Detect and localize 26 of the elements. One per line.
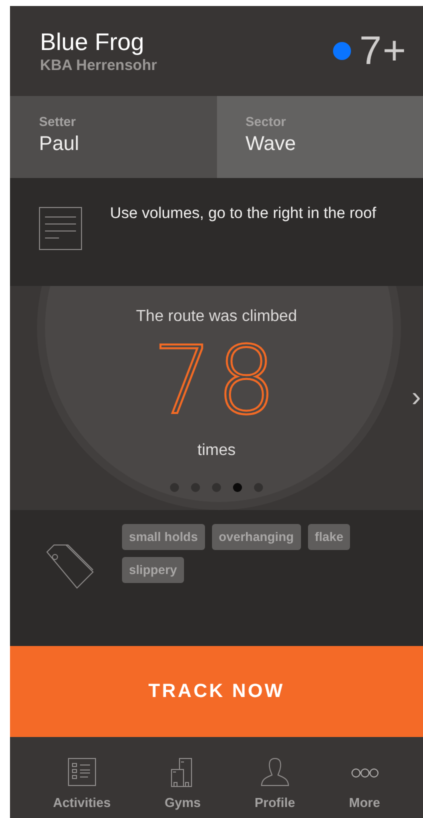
tag-chip: overhanging — [212, 524, 301, 550]
tab-bar-item[interactable]: Gyms — [164, 737, 201, 818]
info-label: Setter — [39, 114, 76, 129]
next-arrow[interactable]: › — [412, 384, 421, 410]
tab-bar-item[interactable]: Activities — [52, 737, 111, 818]
gym-name: KBA Herrensohr — [40, 56, 158, 74]
more-icon — [350, 768, 379, 778]
tag-chip: slippery — [122, 557, 184, 583]
info-label: Sector — [246, 114, 286, 129]
tab-bar-item[interactable]: Profile — [254, 737, 296, 818]
route-grade: 7+ — [359, 28, 407, 74]
tag-icon — [46, 544, 94, 590]
tag-chip: small holds — [122, 524, 205, 550]
tag-chip: flake — [308, 524, 350, 550]
tab-bar-item[interactable]: More — [348, 737, 380, 818]
list-icon — [68, 758, 96, 787]
route-name: Blue Frog — [40, 28, 146, 56]
route-note: Use volumes, go to the right in the roof — [110, 204, 376, 224]
stat-unit: times — [197, 442, 236, 460]
climb-count: 78 — [152, 332, 280, 432]
stat-caption: The route was climbed — [136, 308, 297, 326]
note-icon — [39, 207, 82, 250]
track-now-button[interactable]: TRACK NOW — [10, 646, 423, 737]
info-value: Wave — [246, 133, 296, 156]
person-icon — [260, 758, 289, 787]
info-value: Paul — [39, 133, 80, 156]
